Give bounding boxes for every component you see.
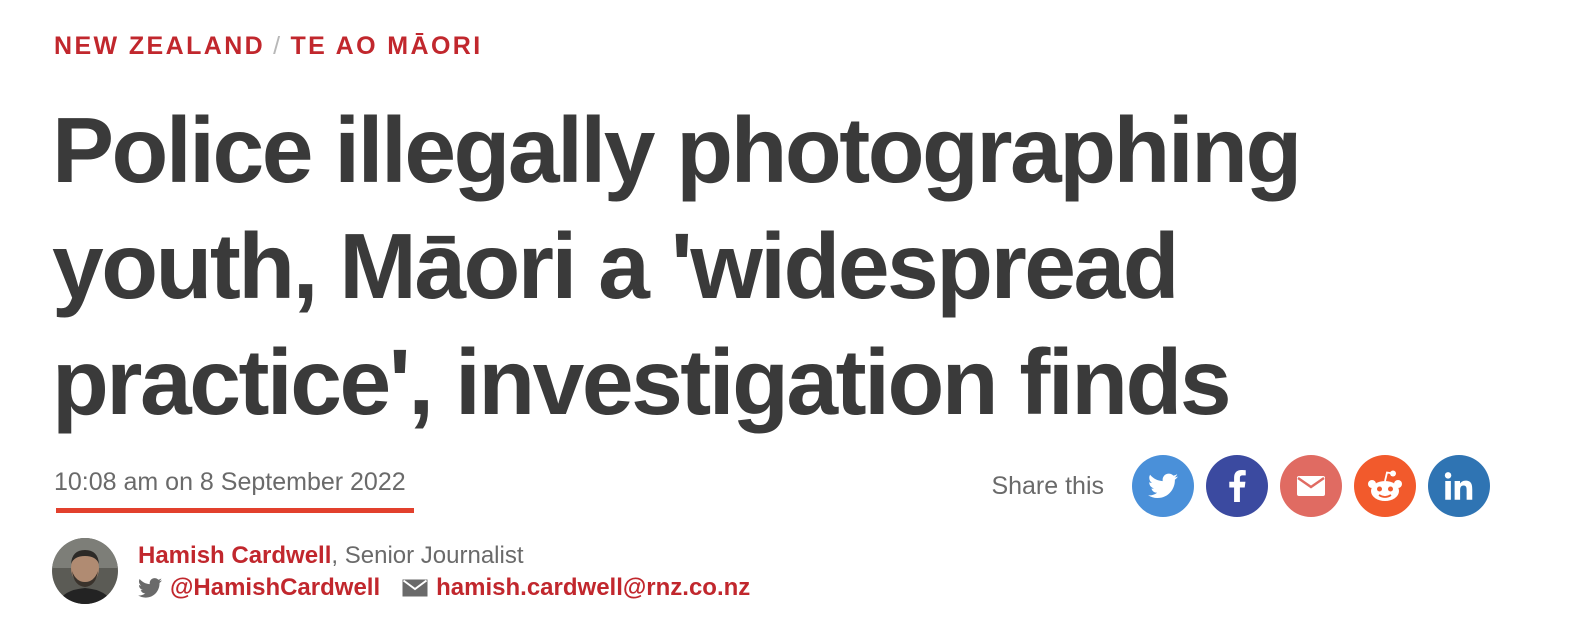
author-twitter-link[interactable]: @HamishCardwell <box>138 574 380 602</box>
publish-date: 10:08 am on 8 September 2022 <box>54 468 406 496</box>
share-reddit-button[interactable] <box>1354 455 1416 517</box>
twitter-icon <box>138 578 162 598</box>
breadcrumb-subsection-link[interactable]: TE AO MĀORI <box>290 32 482 60</box>
author-contacts: @HamishCardwell hamish.cardwell@rnz.co.n… <box>138 574 750 602</box>
share-label: Share this <box>991 471 1104 500</box>
share-linkedin-button[interactable] <box>1428 455 1490 517</box>
author-role: , Senior Journalist <box>331 542 524 569</box>
share-facebook-button[interactable] <box>1206 455 1268 517</box>
share-bar: Share this <box>991 455 1490 517</box>
email-icon <box>1296 475 1326 497</box>
breadcrumb: NEW ZEALAND / TE AO MĀORI <box>54 32 483 61</box>
headline-line-2: youth, Māori a 'widespread <box>52 214 1180 318</box>
date-underline-divider <box>56 508 414 513</box>
author-name-link[interactable]: Hamish Cardwell <box>138 542 331 569</box>
page-title: Police illegally photographing youth, Mā… <box>52 92 1352 440</box>
share-email-button[interactable] <box>1280 455 1342 517</box>
headline-line-3: practice', investigation finds <box>52 330 1232 434</box>
author-name-line: Hamish Cardwell, Senior Journalist <box>138 542 524 570</box>
author-email-link[interactable]: hamish.cardwell@rnz.co.nz <box>402 574 750 602</box>
author-email-address: hamish.cardwell@rnz.co.nz <box>436 574 751 601</box>
breadcrumb-separator: / <box>273 32 283 60</box>
twitter-icon <box>1148 473 1178 499</box>
avatar[interactable] <box>52 538 118 604</box>
share-twitter-button[interactable] <box>1132 455 1194 517</box>
breadcrumb-section-link[interactable]: NEW ZEALAND <box>54 32 265 60</box>
envelope-icon <box>402 579 428 597</box>
headline-line-1: Police illegally photographing <box>52 98 1302 202</box>
reddit-icon <box>1365 469 1405 503</box>
facebook-icon <box>1228 470 1246 502</box>
author-twitter-handle: @HamishCardwell <box>170 574 381 601</box>
linkedin-icon <box>1444 471 1474 501</box>
